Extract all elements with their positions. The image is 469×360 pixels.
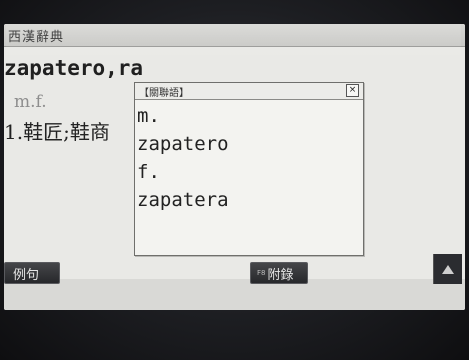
scroll-up-icon [442, 264, 454, 274]
scroll-up-button[interactable] [433, 254, 462, 284]
related-words-popup: 【關聯語】 × m. zapatero f. zapatera [134, 82, 364, 256]
entry-headword: zapatero,ra [4, 56, 144, 80]
popup-line-word-f[interactable]: zapatera [137, 186, 363, 214]
popup-line-label-m[interactable]: m. [137, 102, 363, 130]
device-screen: 西漢辭典 zapatero,ra m.f. 1.鞋匠;鞋商 【關聯語】 × m.… [4, 24, 465, 310]
appendix-button[interactable]: F8 附錄 [250, 262, 308, 284]
entry-definition: 1.鞋匠;鞋商 [4, 120, 110, 144]
popup-body: m. zapatero f. zapatera [135, 100, 363, 214]
popup-line-label-f[interactable]: f. [137, 158, 363, 186]
example-sentences-button[interactable]: 例句 [4, 262, 60, 284]
entry-part-of-speech: m.f. [14, 92, 47, 112]
softkey-fkey-middle: F8 [257, 269, 266, 277]
popup-title: 【關聯語】 [139, 88, 189, 99]
appendix-label: 附錄 [267, 267, 294, 283]
example-sentences-label: 例句 [13, 267, 40, 283]
popup-line-word-m[interactable]: zapatero [137, 130, 363, 158]
title-bar: 西漢辭典 [4, 24, 465, 47]
popup-header: 【關聯語】 × [135, 83, 363, 100]
bottom-bar [4, 279, 465, 310]
close-icon[interactable]: × [346, 84, 359, 97]
app-title: 西漢辭典 [8, 29, 65, 45]
